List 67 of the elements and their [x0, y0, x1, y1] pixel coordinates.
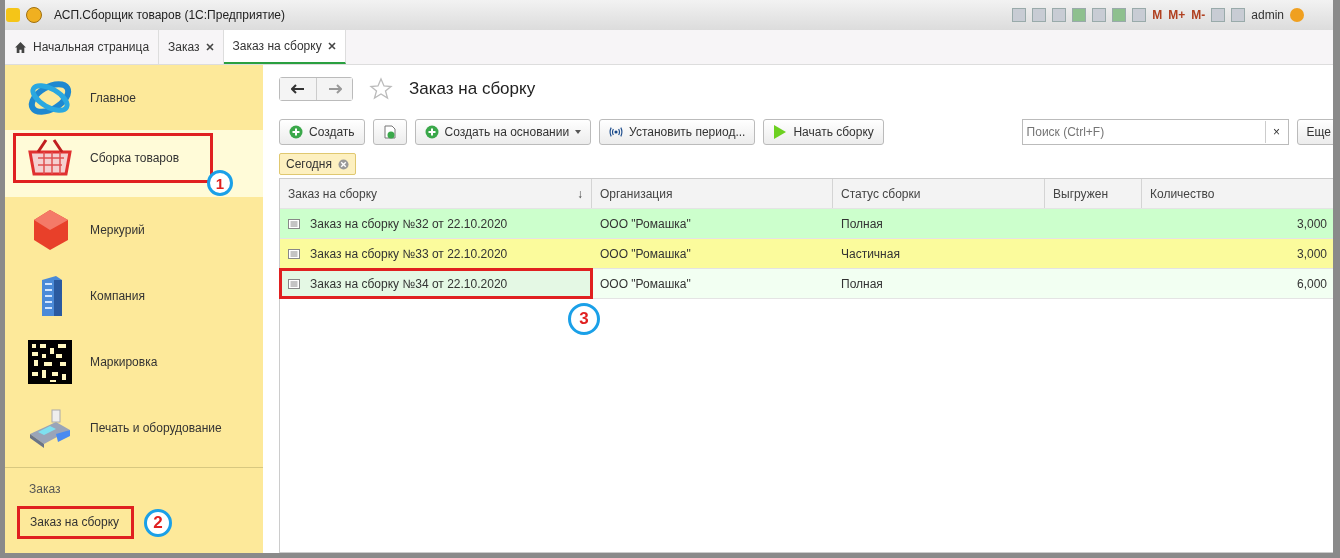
- memory-button[interactable]: M: [1152, 8, 1163, 22]
- user-name[interactable]: admin: [1251, 8, 1284, 22]
- column-header[interactable]: Статус сборки: [833, 179, 1045, 208]
- remove-icon[interactable]: [338, 158, 349, 170]
- left-arrow-icon: [291, 84, 305, 94]
- star-icon[interactable]: [369, 77, 393, 101]
- table-row[interactable]: Заказ на сборку №32 от 22.10.2020 ООО "Ромашка" Полная 3,000: [280, 209, 1333, 239]
- clear-button[interactable]: ×: [1264, 121, 1288, 143]
- window-title: АСП.Сборщик товаров (1С:Предприятие): [54, 8, 286, 22]
- caret-icon: [575, 130, 582, 134]
- tab[interactable]: Заказ на сборку: [223, 30, 346, 64]
- back-button[interactable]: [280, 78, 316, 100]
- callout-number: 3: [568, 303, 600, 335]
- play-icon: [773, 125, 788, 139]
- plus-icon: [424, 125, 439, 139]
- table-cell: Заказ на сборку №32 от 22.10.2020: [280, 209, 592, 238]
- section-item[interactable]: Главное: [5, 64, 263, 131]
- column-header[interactable]: Количество: [1142, 179, 1333, 208]
- tab[interactable]: Начальная страница: [5, 30, 160, 64]
- document-icon: [288, 218, 300, 229]
- section-item[interactable]: Меркурий: [5, 196, 263, 263]
- command-button[interactable]: Начать сборку: [763, 119, 884, 145]
- datamatrix-icon: [26, 337, 74, 386]
- plus-icon: [289, 125, 303, 139]
- table-cell-text: 3,000: [1295, 245, 1328, 263]
- table-cell-text: 3,000: [1295, 215, 1328, 233]
- memory-button[interactable]: M+: [1168, 8, 1186, 22]
- table-cell-text: ООО "Ромашка": [599, 245, 692, 263]
- document-icon: [288, 278, 300, 289]
- callout-number: 2: [144, 508, 173, 537]
- home-icon: [14, 40, 27, 54]
- section-item[interactable]: Сборка товаров 1: [5, 130, 263, 197]
- section-item[interactable]: Маркировка: [5, 328, 263, 395]
- callout-number: 1: [207, 170, 233, 196]
- table-cell-text: ООО "Ромашка": [599, 275, 692, 293]
- filter-tag[interactable]: Сегодня: [279, 153, 356, 175]
- form-title: Заказ на сборку: [409, 79, 536, 99]
- command-button[interactable]: [372, 119, 407, 145]
- command-button[interactable]: Установить период...: [599, 119, 756, 145]
- table-cell-text: Полная: [840, 215, 884, 233]
- copy-icon: [382, 125, 397, 139]
- command-button[interactable]: Создать на основании: [414, 119, 592, 145]
- memory-button[interactable]: M-: [1191, 8, 1206, 22]
- signal-icon: [609, 125, 624, 139]
- right-arrow-icon: [327, 84, 342, 94]
- table-cell-text: ООО "Ромашка": [599, 215, 692, 233]
- close-icon[interactable]: [205, 43, 214, 51]
- section-item[interactable]: Печать и оборудование: [5, 394, 263, 461]
- document-icon: [288, 248, 300, 259]
- table-row[interactable]: Заказ на сборку №33 от 22.10.2020 ООО "Ромашка" Частичная 3,000: [280, 239, 1333, 269]
- column-header[interactable]: Заказ на сборку ↓: [280, 179, 592, 208]
- table-cell-text: 6,000: [1295, 275, 1328, 293]
- table-cell: Заказ на сборку №34 от 22.10.2020: [280, 269, 592, 298]
- column-header[interactable]: Выгружен: [1045, 179, 1142, 208]
- table-row[interactable]: Заказ на сборку №34 от 22.10.2020 ООО "Ромашка" Полная 6,000: [280, 269, 1333, 299]
- table-cell-text: Полная: [840, 275, 884, 293]
- table-cell-text: Частичная: [840, 245, 901, 263]
- group-title: Заказ: [28, 482, 62, 496]
- table-cell: Заказ на сборку №33 от 22.10.2020: [280, 239, 592, 268]
- more-button[interactable]: Еще: [1296, 119, 1333, 145]
- search-field[interactable]: Поиск (Ctrl+F) ×: [1021, 119, 1289, 145]
- tab[interactable]: Заказ: [159, 30, 224, 64]
- command-button[interactable]: Создать: [279, 119, 365, 145]
- section-item[interactable]: Компания: [5, 262, 263, 329]
- nav-link[interactable]: Заказ на сборку: [17, 506, 135, 539]
- close-icon[interactable]: [327, 42, 336, 50]
- column-header[interactable]: Организация: [592, 179, 833, 208]
